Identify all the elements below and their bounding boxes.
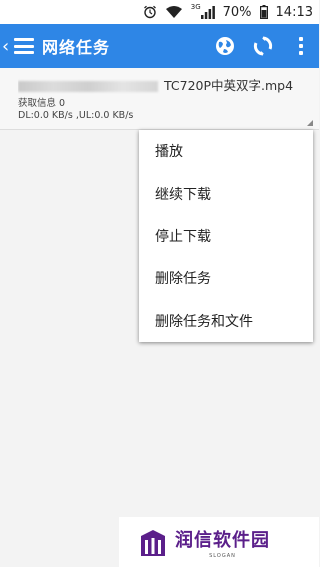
battery-percent: 70% xyxy=(222,4,252,20)
globe-icon[interactable] xyxy=(207,28,243,64)
menu-icon[interactable] xyxy=(14,38,34,54)
task-filename: TC720P中英双字.mp4 xyxy=(18,75,308,94)
status-bar: 3G 70% 14:13 xyxy=(0,0,319,24)
clock: 14:13 xyxy=(275,4,313,20)
watermark-text: 润信软件园 xyxy=(175,529,270,551)
menu-item-play[interactable]: 播放 xyxy=(139,130,313,172)
signal-icon: 3G xyxy=(190,3,215,19)
corner-indicator-icon xyxy=(307,120,313,126)
wifi-icon xyxy=(165,5,183,19)
task-speed: DL:0.0 KB/s ,UL:0.0 KB/s xyxy=(18,110,134,121)
menu-item-delete-task[interactable]: 删除任务 xyxy=(139,257,313,299)
task-info: 获取信息 0 xyxy=(18,98,66,109)
battery-icon xyxy=(259,5,268,19)
redacted-blur xyxy=(18,81,158,92)
task-filename-text: TC720P中英双字.mp4 xyxy=(164,78,294,93)
watermark: 润信软件园 SLOGAN xyxy=(119,517,319,567)
menu-item-delete-task-and-file[interactable]: 删除任务和文件 xyxy=(139,300,313,342)
menu-item-resume-download[interactable]: 继续下载 xyxy=(139,172,313,214)
refresh-icon[interactable] xyxy=(245,28,281,64)
task-row[interactable]: TC720P中英双字.mp4 获取信息 0 DL:0.0 KB/s ,UL:0.… xyxy=(0,68,319,130)
more-icon[interactable] xyxy=(283,28,319,64)
back-icon[interactable]: ‹ xyxy=(2,36,12,57)
alarm-icon xyxy=(143,5,157,19)
page-title: 网络任务 xyxy=(42,38,111,57)
context-menu: 播放 继续下载 停止下载 删除任务 删除任务和文件 xyxy=(139,130,313,342)
network-badge: 3G xyxy=(190,3,201,11)
watermark-slogan: SLOGAN xyxy=(209,552,236,559)
watermark-logo-icon xyxy=(141,528,165,556)
app-bar: ‹ 网络任务 xyxy=(0,24,319,68)
menu-item-stop-download[interactable]: 停止下载 xyxy=(139,215,313,257)
